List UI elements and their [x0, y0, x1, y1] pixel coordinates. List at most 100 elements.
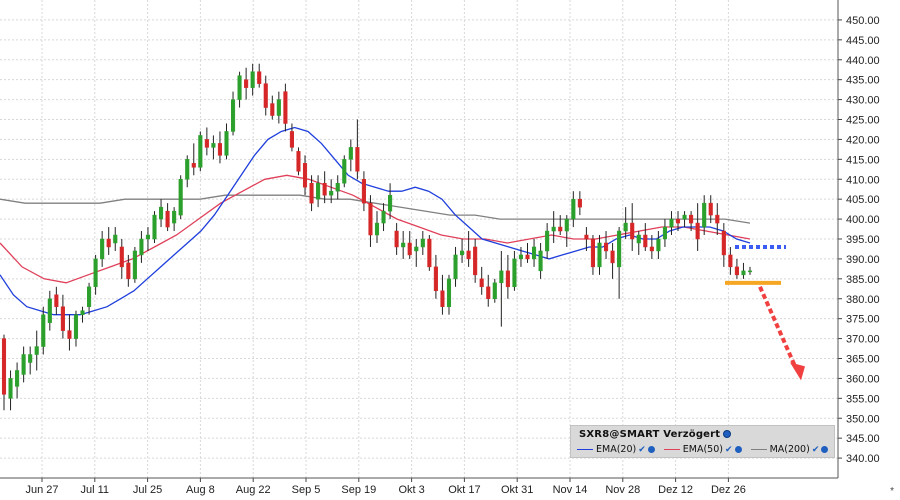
- candle-body: [80, 310, 85, 315]
- y-tick-label: 435.00: [846, 75, 880, 87]
- candle-body: [564, 218, 569, 232]
- candle-body: [460, 250, 465, 256]
- candle-body: [224, 131, 229, 156]
- forecast-arrow-head: [790, 362, 805, 381]
- candle-body: [309, 182, 314, 204]
- candle-body: [119, 246, 124, 268]
- candle-body: [446, 278, 452, 307]
- candle-body: [28, 354, 33, 363]
- candle-body: [263, 83, 268, 108]
- settings-icon[interactable]: [821, 446, 829, 453]
- candle-body: [73, 314, 79, 339]
- candle-body: [636, 234, 641, 244]
- y-tick-label: 340.00: [846, 453, 880, 465]
- x-tick-label: Jul 25: [133, 484, 162, 496]
- candle-body: [106, 238, 111, 248]
- candle-body: [47, 298, 52, 323]
- settings-icon[interactable]: [734, 446, 742, 453]
- candle-body: [584, 234, 589, 240]
- legend-items: EMA(20) ✔ EMA(50) ✔ MA(200) ✔: [577, 444, 834, 456]
- candle-body: [721, 230, 726, 256]
- x-tick-label: Aug 22: [236, 484, 271, 496]
- candle-body: [427, 238, 432, 268]
- candle-body: [355, 147, 360, 172]
- candle-body: [60, 306, 65, 331]
- x-tick-label: Nov 14: [553, 484, 588, 496]
- y-tick-label: 350.00: [846, 413, 880, 425]
- y-tick-label: 345.00: [846, 433, 880, 445]
- candle-body: [734, 266, 739, 276]
- x-tick-label: Dez 26: [711, 484, 746, 496]
- moving-averages: [0, 126, 751, 316]
- candle-body: [8, 378, 13, 399]
- info-icon[interactable]: [723, 430, 732, 438]
- axes: 340.00 345.00 350.00 355.00 360.00 365.00 370.…: [0, 0, 880, 496]
- candle-body: [15, 370, 20, 387]
- candle-body: [617, 230, 622, 268]
- legend-label-ema50: EMA(50): [682, 444, 723, 455]
- x-tick-label: Sep 5: [292, 484, 321, 496]
- candle-body: [296, 151, 301, 172]
- y-tick-label: 395.00: [846, 234, 880, 246]
- x-tick-label: Okt 3: [398, 484, 424, 496]
- candle-body: [649, 246, 654, 252]
- candle-body: [159, 206, 164, 220]
- check-icon[interactable]: ✔: [812, 445, 820, 455]
- candle-body: [165, 210, 170, 228]
- check-icon[interactable]: ✔: [638, 445, 646, 455]
- chart-grid: [0, 0, 838, 478]
- candle-body: [571, 198, 576, 220]
- candle-body: [126, 262, 131, 280]
- candle-body: [433, 266, 438, 292]
- candle-body: [407, 242, 412, 256]
- candle-body: [630, 222, 635, 240]
- candle-body: [695, 222, 700, 240]
- candle-body: [198, 135, 203, 168]
- candle-body: [381, 210, 386, 224]
- candle-body: [1, 338, 7, 395]
- y-tick-label: 445.00: [846, 35, 880, 47]
- y-tick-label: 440.00: [846, 55, 880, 67]
- candle-body: [420, 238, 425, 248]
- candle-body: [289, 131, 294, 148]
- candle-body: [276, 99, 281, 116]
- candle-body: [453, 254, 458, 280]
- candle-body: [689, 214, 694, 224]
- ema20-line: [0, 126, 751, 316]
- candle-body: [54, 294, 59, 307]
- legend-item-ma200[interactable]: MA(200) ✔: [750, 444, 829, 455]
- corner-asterisk: *: [890, 486, 894, 497]
- settings-icon[interactable]: [647, 446, 655, 453]
- x-tick-label: Okt 31: [501, 484, 533, 496]
- y-tick-label: 415.00: [846, 154, 880, 166]
- y-tick-label: 425.00: [846, 115, 880, 127]
- candle-body: [466, 250, 471, 260]
- x-tick-label: Dez 12: [658, 484, 693, 496]
- legend-swatch-ma200: [750, 449, 767, 450]
- candle-body: [270, 103, 275, 116]
- legend-item-ema20[interactable]: EMA(20) ✔: [577, 444, 655, 455]
- candle-body: [492, 282, 497, 300]
- candle-body: [518, 254, 524, 260]
- candle-body: [348, 147, 353, 160]
- candle-body: [590, 238, 595, 268]
- candle-body: [538, 250, 543, 272]
- candle-body: [401, 242, 406, 248]
- y-tick-label: 405.00: [846, 194, 880, 206]
- y-tick-label: 380.00: [846, 294, 880, 306]
- candle-body: [250, 71, 255, 88]
- candle-body: [682, 214, 687, 220]
- x-tick-label: Aug 8: [186, 484, 215, 496]
- candle-body: [152, 214, 157, 240]
- legend-item-ema50[interactable]: EMA(50) ✔: [663, 444, 742, 455]
- candle-body: [532, 246, 537, 260]
- candle-body: [394, 230, 399, 248]
- candle-body: [473, 246, 478, 276]
- check-icon[interactable]: ✔: [725, 445, 733, 455]
- candle-body: [87, 286, 92, 307]
- candle-body: [414, 246, 419, 252]
- candle-body: [244, 79, 249, 88]
- candle-body: [747, 270, 753, 273]
- candle-body: [132, 250, 137, 280]
- candle-body: [100, 238, 105, 260]
